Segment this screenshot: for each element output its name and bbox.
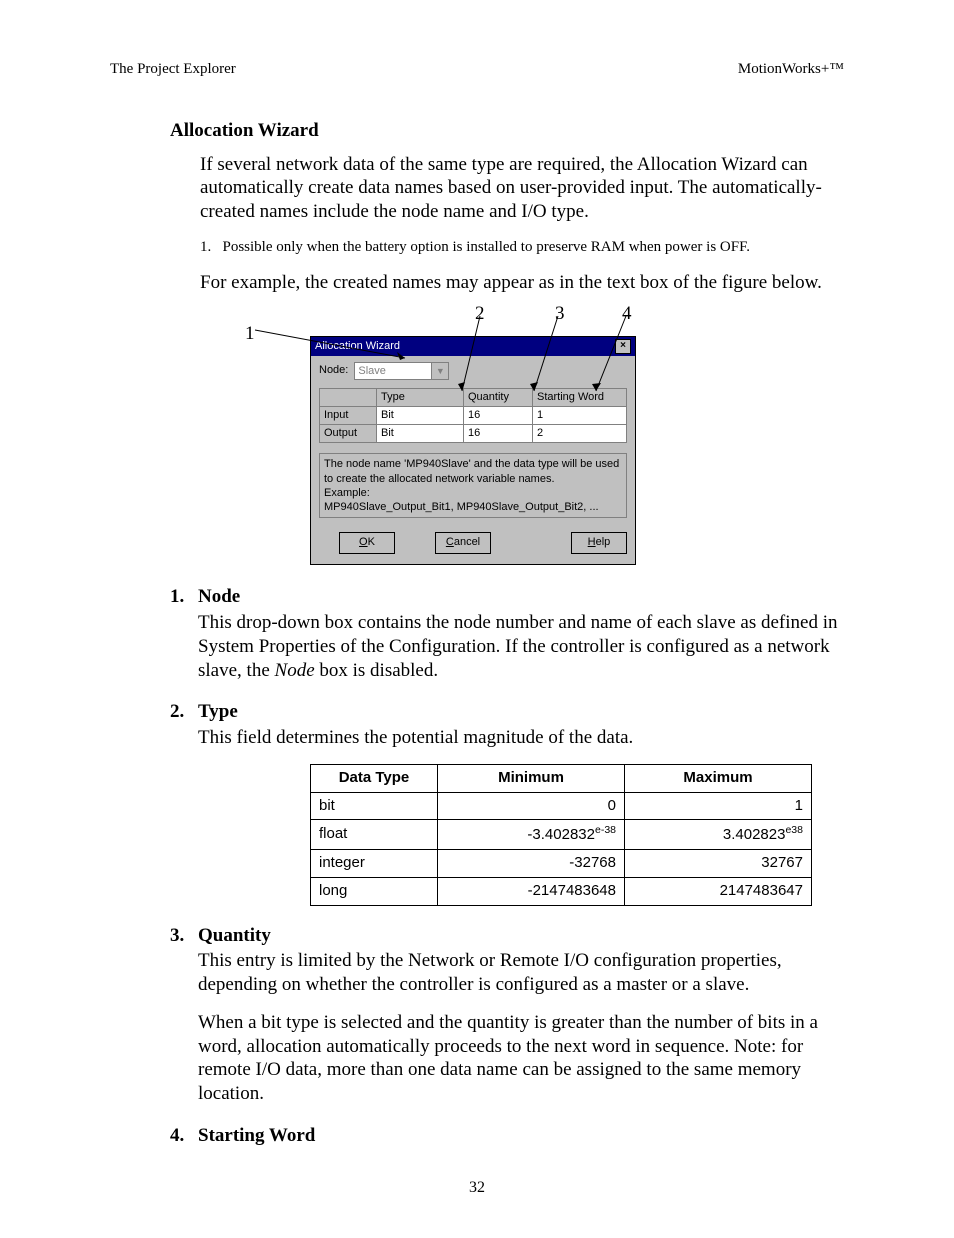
item-text: When a bit type is selected and the quan… xyxy=(198,1011,844,1106)
grid-cell[interactable]: 16 xyxy=(464,407,533,425)
item-type: 2.Type This field determines the potenti… xyxy=(170,700,844,905)
cancel-button[interactable]: Cancel xyxy=(435,532,491,554)
table-cell: 1 xyxy=(625,792,812,820)
table-header: Minimum xyxy=(438,764,625,792)
item-node: 1.Node This drop-down box contains the n… xyxy=(170,585,844,682)
text-run: box is disabled. xyxy=(315,660,439,681)
table-cell: bit xyxy=(311,792,438,820)
table-header: Data Type xyxy=(311,764,438,792)
table-row: bit 0 1 xyxy=(311,792,812,820)
item-number: 1. xyxy=(170,585,198,609)
ok-button[interactable]: OK xyxy=(339,532,395,554)
footnote-text: Possible only when the battery option is… xyxy=(223,239,751,255)
footnote: 1. Possible only when the battery option… xyxy=(200,238,844,257)
table-cell: -2147483648 xyxy=(438,877,625,905)
callout-2: 2 xyxy=(475,302,485,326)
item-quantity: 3.Quantity This entry is limited by the … xyxy=(170,924,844,1106)
table-cell: -32768 xyxy=(438,850,625,878)
allocation-wizard-dialog: Allocation Wizard × Node: ▼ Type Quantit… xyxy=(310,336,636,565)
item-title: Starting Word xyxy=(198,1125,315,1146)
grid-header-type: Type xyxy=(377,389,464,407)
table-header: Maximum xyxy=(625,764,812,792)
table-cell: 2147483647 xyxy=(625,877,812,905)
hint-box: The node name 'MP940Slave' and the data … xyxy=(319,453,627,518)
example-lead: For example, the created names may appea… xyxy=(200,271,844,295)
item-title: Quantity xyxy=(198,925,271,946)
header-left: The Project Explorer xyxy=(110,60,236,79)
node-value xyxy=(354,362,432,380)
grid-cell[interactable]: Bit xyxy=(377,407,464,425)
callout-1: 1 xyxy=(245,322,255,346)
grid-cell[interactable]: 1 xyxy=(533,407,627,425)
hint-line: MP940Slave_Output_Bit1, MP940Slave_Outpu… xyxy=(324,500,622,514)
callout-4: 4 xyxy=(622,302,632,326)
text-italic: Node xyxy=(275,660,315,681)
allocation-grid: Type Quantity Starting Word Input Bit 16… xyxy=(319,388,627,443)
grid-cell[interactable]: 16 xyxy=(464,425,533,443)
table-cell: 32767 xyxy=(625,850,812,878)
callout-row: 1 2 3 4 xyxy=(200,308,844,336)
data-type-table: Data Type Minimum Maximum bit 0 1 float … xyxy=(310,764,812,906)
table-cell: -3.402832e-38 xyxy=(438,820,625,850)
item-starting-word: 4.Starting Word xyxy=(170,1124,844,1148)
hint-line: Example: xyxy=(324,486,622,500)
grid-row-label: Output xyxy=(320,425,377,443)
table-cell: 0 xyxy=(438,792,625,820)
item-title: Node xyxy=(198,586,240,607)
help-button[interactable]: Help xyxy=(571,532,627,554)
grid-row-output: Output Bit 16 2 xyxy=(320,425,627,443)
table-cell: 3.402823e38 xyxy=(625,820,812,850)
grid-cell[interactable]: Bit xyxy=(377,425,464,443)
dialog-titlebar: Allocation Wizard × xyxy=(311,337,635,356)
page-number: 32 xyxy=(110,1178,844,1198)
grid-row-label: Input xyxy=(320,407,377,425)
intro-para: If several network data of the same type… xyxy=(200,153,844,224)
table-row: float -3.402832e-38 3.402823e38 xyxy=(311,820,812,850)
item-number: 2. xyxy=(170,700,198,724)
item-title: Type xyxy=(198,701,238,722)
hint-line: The node name 'MP940Slave' and the data … xyxy=(324,457,622,471)
grid-cell[interactable]: 2 xyxy=(533,425,627,443)
table-cell: integer xyxy=(311,850,438,878)
footnote-number: 1. xyxy=(200,239,211,255)
item-text: This entry is limited by the Network or … xyxy=(198,949,844,997)
node-dropdown[interactable]: ▼ xyxy=(354,362,449,380)
section-title: Allocation Wizard xyxy=(170,119,844,143)
grid-header-quantity: Quantity xyxy=(464,389,533,407)
dialog-title: Allocation Wizard xyxy=(315,340,400,354)
item-number: 4. xyxy=(170,1124,198,1148)
header-right: MotionWorks+™ xyxy=(738,60,844,79)
chevron-down-icon[interactable]: ▼ xyxy=(432,362,449,380)
table-cell: float xyxy=(311,820,438,850)
grid-row-input: Input Bit 16 1 xyxy=(320,407,627,425)
close-icon[interactable]: × xyxy=(615,339,631,354)
node-label: Node: xyxy=(319,364,348,378)
item-number: 3. xyxy=(170,924,198,948)
table-cell: long xyxy=(311,877,438,905)
grid-header-starting-word: Starting Word xyxy=(533,389,627,407)
item-text: This drop-down box contains the node num… xyxy=(198,611,844,682)
grid-header-blank xyxy=(320,389,377,407)
item-text: This field determines the potential magn… xyxy=(198,726,844,750)
table-row: integer -32768 32767 xyxy=(311,850,812,878)
table-row: long -2147483648 2147483647 xyxy=(311,877,812,905)
callout-3: 3 xyxy=(555,302,565,326)
hint-line: to create the allocated network variable… xyxy=(324,472,622,486)
